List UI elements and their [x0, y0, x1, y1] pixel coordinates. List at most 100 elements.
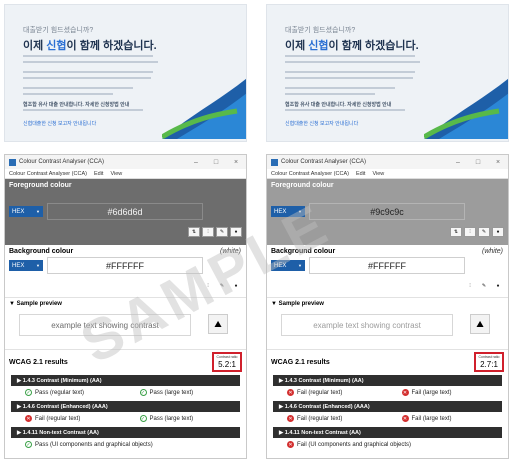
background-label: Background colour — [9, 248, 74, 255]
banner-link[interactable]: 신협대출한 신청 보고자 안내됩니다 — [285, 120, 358, 127]
result-item: ✓ Pass (UI components and graphical objec… — [25, 441, 153, 448]
foreground-tools: ⇅ ⫶ ✎ ● — [188, 227, 242, 237]
background-tools: ⫶ ✎ ● — [464, 281, 504, 291]
banner-subheading: 협조합 유사 대출 안내합니다. 자세한 신청방법 안내 — [285, 102, 392, 108]
banner-swoosh-graphic — [424, 78, 508, 139]
criterion-header[interactable]: ▶ 1.4.6 Contrast (Enhanced) (AAA) — [11, 401, 240, 412]
banner-body-line — [23, 77, 151, 79]
banner-body-line — [23, 87, 133, 89]
menu-edit[interactable]: Edit — [94, 171, 103, 177]
wcag-results-label: WCAG 2.1 results — [271, 359, 330, 366]
image-compare-icon[interactable]: ⛰ — [208, 314, 228, 334]
foreground-hex-input[interactable]: #9c9c9c — [309, 203, 465, 220]
result-item: ✕ Fail (UI components and graphical objec… — [287, 441, 412, 448]
minimize-icon[interactable]: – — [448, 159, 468, 166]
criteria-list: ▶ 1.4.3 Contrast (Minimum) (AA) ✓ Pass (r… — [5, 375, 246, 451]
maximize-icon[interactable]: □ — [468, 159, 488, 166]
sliders-icon[interactable]: ⫶ — [464, 227, 476, 237]
maximize-icon[interactable]: □ — [206, 159, 226, 166]
minimize-icon[interactable]: – — [186, 159, 206, 166]
banner-link[interactable]: 신협대출한 신청 보고자 안내됩니다 — [23, 120, 96, 127]
chevron-down-icon: ▼ — [298, 209, 302, 214]
eyedropper-icon[interactable]: ✎ — [478, 281, 490, 291]
banner-headline: 이제 신협이 함께 하겠습니다. — [285, 40, 419, 52]
result-item: ✓ Pass (large text) — [139, 389, 194, 396]
contrast-ratio-box: Contrast ratio 5.2:1 — [212, 352, 242, 372]
close-icon[interactable]: × — [226, 159, 246, 166]
menu-app[interactable]: Colour Contrast Analyser (CCA) — [271, 171, 349, 177]
foreground-label: Foreground colour — [271, 182, 334, 189]
fail-x-icon: ✕ — [25, 415, 32, 422]
background-hex-input[interactable]: #FFFFFF — [309, 257, 465, 274]
banner-body-line — [285, 93, 375, 95]
contrast-ratio-value: 2.7:1 — [480, 360, 498, 369]
loan-banner: 대출받기 힘드셨습니까? 이제 신협이 함께 하겠습니다. 협조합 유사 대출 … — [266, 4, 509, 142]
menu-view[interactable]: View — [110, 171, 122, 177]
criterion-results: ✓ Pass (regular text) ✓ Pass (large text) — [11, 386, 240, 399]
banner-body-line — [23, 61, 158, 63]
menu-view[interactable]: View — [372, 171, 384, 177]
background-colour-name: (white) — [481, 248, 503, 255]
criteria-list: ▶ 1.4.3 Contrast (Minimum) (AA) ✕ Fail (r… — [267, 375, 508, 451]
result-item: ✕ Fail (regular text) — [287, 389, 343, 396]
menu-edit[interactable]: Edit — [356, 171, 365, 177]
sliders-icon[interactable]: ⫶ — [464, 281, 476, 291]
sample-preview-toggle[interactable]: ▼ Sample preview — [9, 301, 242, 307]
eyedropper-icon[interactable]: ✎ — [478, 227, 490, 237]
criterion-header[interactable]: ▶ 1.4.11 Non-text Contrast (AA) — [11, 427, 240, 438]
contrast-ratio-box: Contrast ratio 2.7:1 — [474, 352, 504, 372]
eyedropper-icon[interactable]: ✎ — [216, 281, 228, 291]
criterion-header[interactable]: ▶ 1.4.6 Contrast (Enhanced) (AAA) — [273, 401, 502, 412]
banner-body-line — [285, 87, 395, 89]
background-panel: Background colour (white) HEX ▼ #FFFFFF ⫶… — [267, 245, 508, 297]
criterion-header[interactable]: ▶ 1.4.11 Non-text Contrast (AA) — [273, 427, 502, 438]
close-icon[interactable]: × — [488, 159, 508, 166]
background-format-select[interactable]: HEX ▼ — [271, 260, 305, 271]
comparison-right: 대출받기 힘드셨습니까? 이제 신협이 함께 하겠습니다. 협조합 유사 대출 … — [266, 4, 509, 459]
background-colour-name: (white) — [219, 248, 241, 255]
chevron-down-icon: ▼ — [298, 263, 302, 268]
swap-icon[interactable]: ⇅ — [450, 227, 462, 237]
swap-icon[interactable]: ⇅ — [188, 227, 200, 237]
info-icon[interactable]: ● — [492, 227, 504, 237]
banner-subheading: 협조합 유사 대출 안내합니다. 자세한 신청방법 안내 — [23, 102, 130, 108]
wcag-results-section: WCAG 2.1 results Contrast ratio 5.2:1 — [5, 349, 246, 372]
sliders-icon[interactable]: ⫶ — [202, 281, 214, 291]
background-format-select[interactable]: HEX ▼ — [9, 260, 43, 271]
fail-x-icon: ✕ — [287, 415, 294, 422]
foreground-hex-input[interactable]: #6d6d6d — [47, 203, 203, 220]
criterion-header[interactable]: ▶ 1.4.3 Contrast (Minimum) (AA) — [11, 375, 240, 386]
foreground-format-select[interactable]: HEX ▼ — [9, 206, 43, 217]
banner-body-line — [285, 71, 415, 73]
sliders-icon[interactable]: ⫶ — [202, 227, 214, 237]
criterion-header[interactable]: ▶ 1.4.3 Contrast (Minimum) (AA) — [273, 375, 502, 386]
image-compare-icon[interactable]: ⛰ — [470, 314, 490, 334]
banner-question: 대출받기 힘드셨습니까? — [23, 27, 94, 34]
background-panel: Background colour (white) HEX ▼ #FFFFFF ⫶… — [5, 245, 246, 297]
info-icon[interactable]: ● — [492, 281, 504, 291]
menu-bar: Colour Contrast Analyser (CCA) Edit View — [267, 169, 508, 179]
info-icon[interactable]: ● — [230, 281, 242, 291]
banner-body-line — [285, 109, 405, 111]
sample-text: example text showing contrast — [19, 314, 191, 336]
pass-check-icon: ✓ — [139, 389, 147, 396]
background-hex-input[interactable]: #FFFFFF — [47, 257, 203, 274]
sample-preview-section: ▼ Sample preview example text showing co… — [267, 297, 508, 349]
criterion-results: ✕ Fail (UI components and graphical objec… — [273, 438, 502, 451]
fail-x-icon: ✕ — [401, 389, 409, 396]
pass-check-icon: ✓ — [139, 415, 147, 422]
sample-preview-toggle[interactable]: ▼ Sample preview — [271, 301, 504, 307]
banner-body-line — [23, 55, 153, 57]
pass-check-icon: ✓ — [25, 441, 32, 448]
app-logo-icon — [9, 158, 16, 166]
eyedropper-icon[interactable]: ✎ — [216, 227, 228, 237]
foreground-format-select[interactable]: HEX ▼ — [271, 206, 305, 217]
loan-banner: 대출받기 힘드셨습니까? 이제 신협이 함께 하겠습니다. 협조합 유사 대출 … — [4, 4, 247, 142]
cca-window: Colour Contrast Analyser (CCA) – □ × Colou… — [4, 154, 247, 459]
foreground-label: Foreground colour — [9, 182, 72, 189]
cca-window: Colour Contrast Analyser (CCA) – □ × Colou… — [266, 154, 509, 459]
chevron-down-icon: ▼ — [36, 263, 40, 268]
info-icon[interactable]: ● — [230, 227, 242, 237]
banner-question: 대출받기 힘드셨습니까? — [285, 27, 356, 34]
menu-app[interactable]: Colour Contrast Analyser (CCA) — [9, 171, 87, 177]
